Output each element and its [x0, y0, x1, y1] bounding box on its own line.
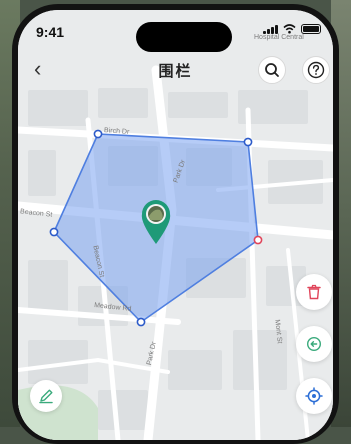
locate-button[interactable] — [296, 378, 332, 414]
status-icons — [263, 24, 321, 34]
draw-button[interactable] — [30, 380, 62, 412]
delete-button[interactable] — [296, 274, 332, 310]
wifi-icon — [283, 24, 296, 34]
dynamic-island — [136, 22, 232, 52]
status-time: 9:41 — [36, 24, 65, 40]
search-icon — [265, 63, 279, 77]
signal-icon — [263, 24, 278, 34]
pen-icon — [39, 389, 53, 404]
fence-vertex-active[interactable] — [253, 235, 263, 245]
undo-icon — [306, 336, 322, 352]
phone-screen: Birch Dr Park Dr Beacon St Beacon St Mea… — [18, 10, 333, 440]
locate-icon — [305, 387, 323, 405]
battery-icon — [301, 24, 321, 34]
help-button[interactable] — [302, 56, 330, 84]
phone-frame: Birch Dr Park Dr Beacon St Beacon St Mea… — [12, 4, 339, 444]
undo-button[interactable] — [296, 326, 332, 362]
help-icon — [307, 61, 325, 79]
fence-vertex[interactable] — [93, 129, 103, 139]
fence-vertex[interactable] — [49, 227, 59, 237]
street-label: Hospital Central — [254, 34, 304, 41]
fence-vertex[interactable] — [136, 317, 146, 327]
trash-icon — [307, 284, 321, 300]
search-button[interactable] — [258, 56, 286, 84]
fence-vertex[interactable] — [243, 137, 253, 147]
